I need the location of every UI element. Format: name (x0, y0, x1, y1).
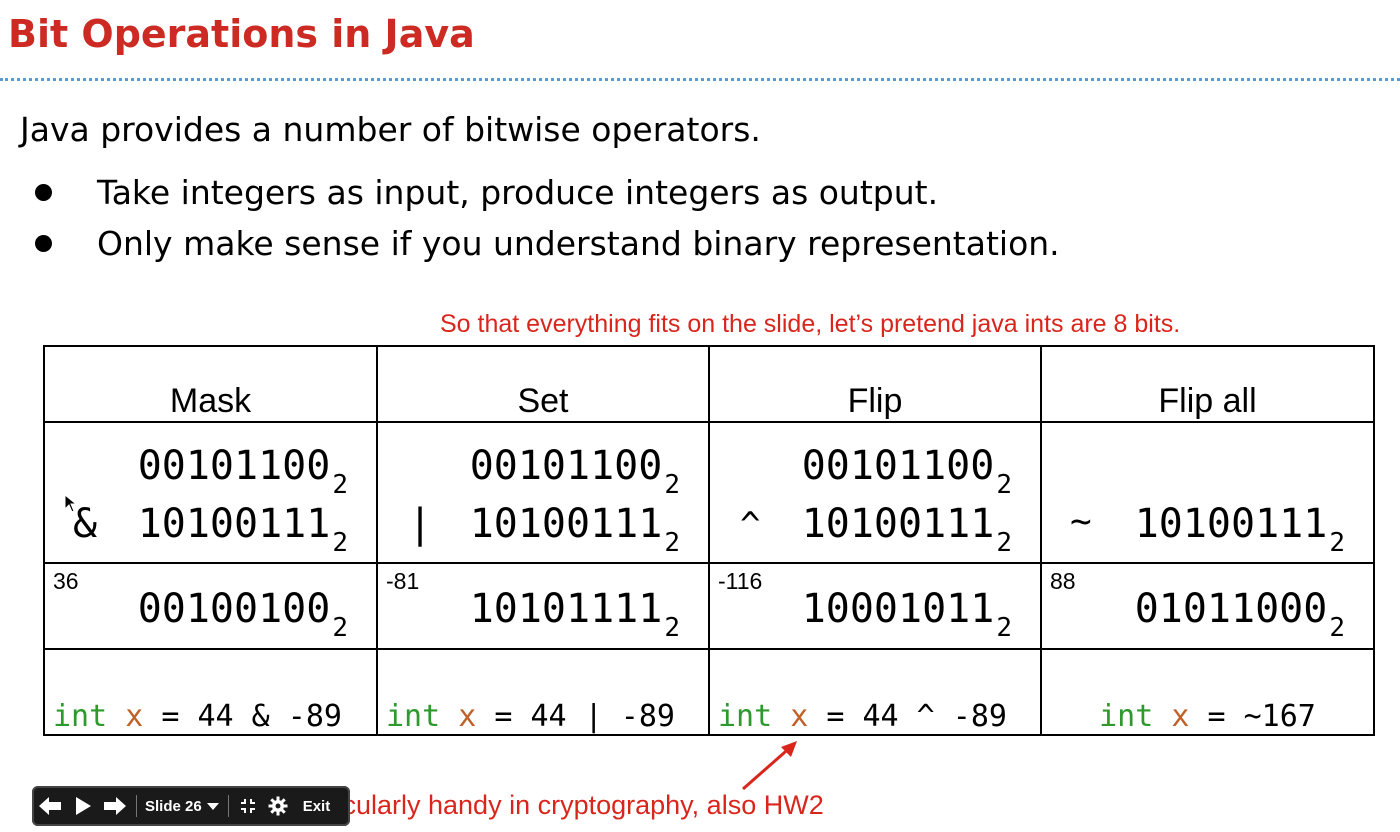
code-expression: = 44 & -89 (143, 699, 342, 734)
annotation-arrow-icon (742, 741, 797, 791)
play-button[interactable] (68, 786, 98, 826)
operands-mask: 001011002 & 101001112 (43, 421, 378, 564)
bullet-text: Take integers as input, produce integers… (97, 173, 939, 212)
operand2: 101001112 (469, 501, 680, 558)
bullet-item: Only make sense if you understand binary… (35, 221, 1060, 272)
result-binary: 001001002 (137, 586, 348, 643)
code-expression: = 44 | -89 (476, 699, 675, 734)
operands-set: 001011002 | 101001112 (376, 421, 710, 564)
code-set: int x = 44 | -89 (376, 648, 710, 736)
settings-button[interactable] (263, 786, 293, 826)
code-mask: int x = 44 & -89 (43, 648, 378, 736)
mouse-cursor-icon (64, 494, 78, 513)
slide-title: Bit Operations in Java (8, 12, 475, 56)
code-keyword: int (1099, 699, 1154, 734)
arrow-right-icon (104, 797, 126, 815)
operands-flip: 001011002 ^ 101001112 (708, 421, 1042, 564)
operand2: 101001112 (1134, 501, 1345, 558)
code-variable: x (458, 699, 477, 734)
code-line: int x = 44 | -89 (378, 699, 708, 734)
header-mask: Mask (43, 345, 378, 423)
operator-not: ~ (1070, 501, 1092, 542)
slide-selector-dropdown[interactable]: Slide 26 (141, 786, 224, 826)
previous-slide-button[interactable] (32, 786, 68, 826)
title-divider (0, 78, 1400, 81)
result-mask: 36 001001002 (43, 562, 378, 650)
bottom-annotation-note: rticularly handy in cryptography, also H… (320, 790, 824, 820)
header-flip: Flip (708, 345, 1042, 423)
code-keyword: int (53, 699, 108, 734)
result-flip: -116 100010112 (708, 562, 1042, 650)
result-decimal-label: -116 (718, 568, 763, 594)
result-binary: 101011112 (469, 586, 680, 643)
arrow-left-icon (39, 797, 61, 815)
bullet-text: Only make sense if you understand binary… (97, 224, 1060, 263)
exit-fullscreen-button[interactable] (233, 786, 263, 826)
result-binary: 010110002 (1134, 586, 1345, 643)
header-set: Set (376, 345, 710, 423)
next-slide-button[interactable] (98, 786, 132, 826)
results-row: 36 001001002 -81 101011112 -116 10001011… (43, 562, 1375, 650)
code-line: int x = 44 ^ -89 (710, 699, 1040, 734)
operator-or: | (408, 501, 433, 547)
play-icon (76, 797, 91, 815)
code-row: int x = 44 & -89 int x = 44 | -89 int x … (43, 648, 1375, 736)
operator-xor: ^ (740, 505, 761, 545)
operands-row: 001011002 & 101001112 001011002 | 101001… (43, 421, 1375, 564)
bullet-item: Take integers as input, produce integers… (35, 170, 1060, 221)
slide-number-label: Slide 26 (145, 797, 202, 815)
code-flip: int x = 44 ^ -89 (708, 648, 1042, 736)
code-line: int x = ~167 (1042, 699, 1373, 734)
code-flip-all: int x = ~167 (1040, 648, 1375, 736)
collapse-fullscreen-icon (240, 799, 255, 813)
result-binary: 100010112 (801, 586, 1012, 643)
result-decimal-label: 36 (53, 568, 79, 594)
table-header-row: Mask Set Flip Flip all (43, 345, 1375, 423)
operand2: 101001112 (801, 501, 1012, 558)
slideshow-toolbar: Slide 26 Exit (32, 786, 350, 826)
operands-flip-all: ~ 101001112 (1040, 421, 1375, 564)
code-expression: = ~167 (1189, 699, 1316, 734)
bullet-list: Take integers as input, produce integers… (35, 170, 1060, 272)
bullet-dot-icon (35, 235, 52, 252)
exit-button[interactable]: Exit (293, 786, 341, 826)
toolbar-divider (227, 795, 229, 817)
code-variable: x (125, 699, 144, 734)
code-variable: x (1171, 699, 1190, 734)
code-expression: = 44 ^ -89 (808, 699, 1007, 734)
intro-text: Java provides a number of bitwise operat… (20, 110, 761, 149)
code-line: int x = 44 & -89 (45, 699, 376, 734)
result-decimal-label: -81 (386, 568, 420, 594)
operand1: 001011002 (801, 443, 1012, 500)
code-variable: x (790, 699, 809, 734)
bitwise-operators-table: Mask Set Flip Flip all 001011002 & 10100… (43, 345, 1375, 736)
annotation-note: So that everything fits on the slide, le… (440, 310, 1181, 338)
bullet-dot-icon (35, 184, 52, 201)
operand1: 001011002 (469, 443, 680, 500)
result-set: -81 101011112 (376, 562, 710, 650)
chevron-down-icon (206, 803, 219, 810)
gear-icon (268, 796, 288, 816)
header-flip-all: Flip all (1040, 345, 1375, 423)
operand2: 101001112 (137, 501, 348, 558)
result-flip-all: 88 010110002 (1040, 562, 1375, 650)
operand1: 001011002 (137, 443, 348, 500)
toolbar-divider (136, 795, 137, 817)
result-decimal-label: 88 (1050, 568, 1076, 594)
code-keyword: int (386, 699, 441, 734)
code-keyword: int (718, 699, 773, 734)
